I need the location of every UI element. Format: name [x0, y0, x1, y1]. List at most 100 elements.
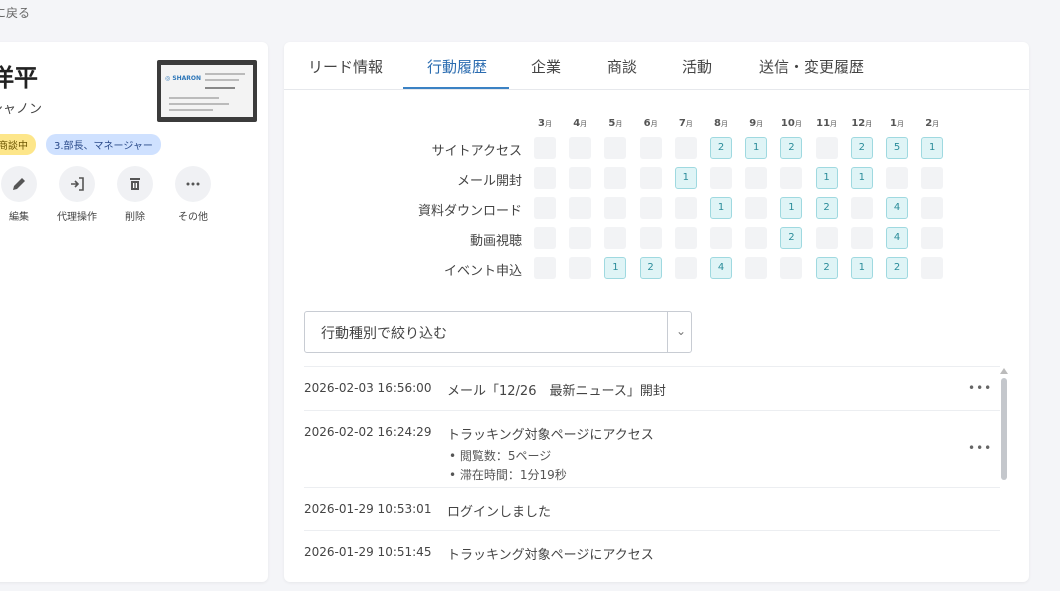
- activity-title: トラッキング対象ページにアクセス: [447, 428, 654, 443]
- profile-card: 洋平 シャノン ◎ SHARON 商談中 3.部長、マネージャー 編集: [0, 42, 268, 582]
- heatmap-cell: [745, 167, 768, 189]
- list-item: 2026-01-29 10:51:45 トラッキング対象ページにアクセス: [304, 530, 1000, 591]
- delete-button[interactable]: 削除: [106, 166, 164, 223]
- heatmap-cell: [674, 137, 697, 159]
- active-tab-indicator: [403, 87, 509, 89]
- heatmap-cell: [534, 167, 556, 189]
- proxy-operation-button[interactable]: 代理操作: [48, 166, 106, 223]
- heatmap-cell[interactable]: 2: [886, 257, 908, 279]
- heatmap-cell[interactable]: 2: [639, 257, 662, 279]
- heatmap-cell[interactable]: 1: [710, 197, 732, 219]
- heatmap-cell: [639, 197, 662, 219]
- heatmap-cell: [604, 137, 627, 159]
- edit-button[interactable]: 編集: [0, 166, 48, 223]
- heatmap-cell[interactable]: 1: [780, 197, 803, 219]
- more-actions-label: その他: [178, 212, 208, 223]
- list-item: 2026-02-03 16:56:00 メール「12/26 最新ニュース」開封 …: [304, 366, 1000, 411]
- tab-company[interactable]: 企業: [531, 56, 561, 77]
- tab-bar: リード情報 行動履歴 企業 商談 活動 送信・変更履歴: [284, 42, 1029, 90]
- heatmap-month-label: 12月: [851, 118, 873, 129]
- heatmap-cell: [569, 227, 592, 249]
- heatmap-cell: [745, 197, 768, 219]
- heatmap-cell[interactable]: 4: [710, 257, 732, 279]
- heatmap-cell[interactable]: 1: [745, 137, 768, 159]
- business-card-thumbnail[interactable]: ◎ SHARON: [157, 60, 257, 122]
- activity-type-filter[interactable]: 行動種別で絞り込む ⌄: [304, 311, 692, 353]
- heatmap-row-label: 資料ダウンロード: [417, 204, 522, 219]
- heatmap-cell: [674, 257, 697, 279]
- heatmap-cell[interactable]: 2: [710, 137, 732, 159]
- heatmap-cell: [710, 227, 732, 249]
- heatmap-row-label: サイトアクセス: [431, 144, 522, 159]
- heatmap-cell: [921, 227, 944, 249]
- heatmap-cell: [534, 227, 556, 249]
- heatmap-month-label: 6月: [643, 118, 658, 129]
- heatmap-cell: [604, 167, 627, 189]
- heatmap-cell[interactable]: 4: [886, 227, 908, 249]
- list-item: 2026-02-02 16:24:29 トラッキング対象ページにアクセス • 閲…: [304, 410, 1000, 488]
- heatmap-cell: [674, 197, 697, 219]
- heatmap-cell[interactable]: 1: [850, 257, 873, 279]
- heatmap-cell[interactable]: 2: [815, 197, 838, 219]
- tab-activity-history[interactable]: 行動履歴: [427, 56, 487, 77]
- heatmap-cell[interactable]: 2: [815, 257, 838, 279]
- heatmap-cell: [921, 197, 944, 219]
- heatmap-row-label: イベント申込: [443, 264, 522, 279]
- pencil-icon: [13, 178, 25, 190]
- heatmap-month-label: 5月: [608, 118, 623, 129]
- heatmap-cell[interactable]: 4: [886, 197, 908, 219]
- scrollbar[interactable]: [1000, 368, 1008, 582]
- scrollbar-thumb[interactable]: [1001, 378, 1007, 480]
- heatmap-cell: [534, 257, 556, 279]
- scroll-up-arrow-icon[interactable]: [1000, 368, 1008, 374]
- heatmap-cell[interactable]: 2: [780, 137, 803, 159]
- heatmap-month-label: 7月: [678, 118, 693, 129]
- tab-lead-info[interactable]: リード情報: [308, 56, 383, 77]
- heatmap-cell[interactable]: 1: [815, 167, 838, 189]
- row-more-button[interactable]: •••: [968, 381, 992, 395]
- row-more-button[interactable]: •••: [968, 441, 992, 455]
- activity-title: ログインしました: [447, 505, 552, 520]
- heatmap-cell[interactable]: 5: [886, 137, 908, 159]
- heatmap-cell[interactable]: 2: [780, 227, 803, 249]
- heatmap-cell: [815, 137, 838, 159]
- activity-time: 2026-01-29 10:51:45: [304, 545, 432, 559]
- heatmap-cell[interactable]: 1: [921, 137, 944, 159]
- back-link[interactable]: に戻る: [0, 4, 30, 21]
- activity-detail-text: 閲覧数：5ページ: [459, 449, 552, 463]
- login-icon: [71, 177, 84, 191]
- heatmap-month-label: 1月: [890, 118, 904, 129]
- activity-time: 2026-02-02 16:24:29: [304, 425, 432, 439]
- heatmap-month-label: 11月: [816, 118, 838, 129]
- heatmap-cell: [534, 137, 556, 159]
- heatmap-month-label: 10月: [780, 118, 802, 129]
- heatmap-cell[interactable]: 1: [674, 167, 697, 189]
- heatmap-cell: [604, 227, 627, 249]
- heatmap-cell: [850, 197, 873, 219]
- activity-detail: • 閲覧数：5ページ: [449, 449, 552, 463]
- heatmap-cell: [886, 167, 908, 189]
- heatmap-cell: [639, 227, 662, 249]
- activity-time: 2026-02-03 16:56:00: [304, 381, 432, 395]
- chevron-down-icon[interactable]: ⌄: [671, 324, 691, 338]
- heatmap-cell[interactable]: 2: [850, 137, 873, 159]
- tab-send-change-history[interactable]: 送信・変更履歴: [759, 56, 864, 77]
- main-panel: リード情報 行動履歴 企業 商談 活動 送信・変更履歴 3月 4月 5月 6月 7月 8月…: [284, 42, 1029, 582]
- heatmap-cell: [674, 227, 697, 249]
- person-name: 洋平: [0, 64, 38, 92]
- heatmap-month-label: 9月: [749, 118, 764, 129]
- heatmap-cell: [815, 227, 838, 249]
- heatmap-cell: [569, 257, 592, 279]
- business-card-logo: ◎ SHARON: [165, 75, 202, 82]
- more-actions-button[interactable]: その他: [164, 166, 222, 223]
- status-badge: 商談中: [0, 134, 36, 155]
- heatmap-cell[interactable]: 1: [604, 257, 627, 279]
- heatmap-cell: [710, 167, 732, 189]
- heatmap-cell: [569, 137, 592, 159]
- filter-placeholder: 行動種別で絞り込む: [321, 326, 447, 342]
- tab-deals[interactable]: 商談: [607, 56, 637, 77]
- heatmap-cell: [850, 227, 873, 249]
- heatmap-cell[interactable]: 1: [850, 167, 873, 189]
- heatmap-cell: [639, 137, 662, 159]
- tab-activities[interactable]: 活動: [682, 56, 712, 77]
